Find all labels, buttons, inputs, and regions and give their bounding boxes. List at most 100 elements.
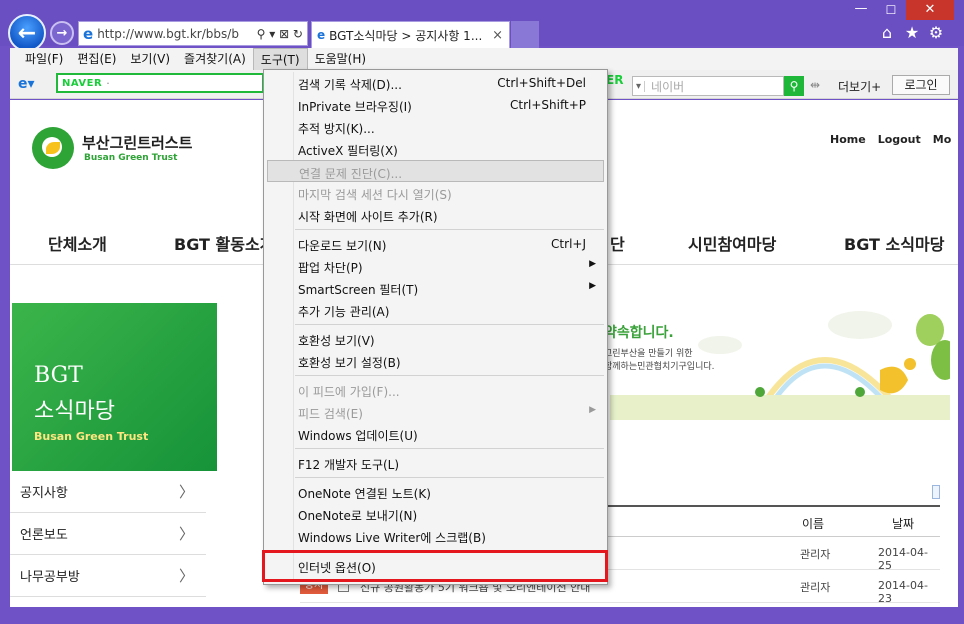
menu-item-delete-history[interactable]: 검색 기록 삭제(D)... Ctrl+Shift+Del bbox=[267, 72, 604, 94]
hero-subtext-2: 함께하는민관협치기구입니다. bbox=[604, 362, 715, 372]
menu-favorites[interactable]: 즐겨찾기(A) bbox=[177, 48, 253, 70]
bgt-logo-icon[interactable] bbox=[32, 127, 74, 169]
side-menu-label: 공지사항 bbox=[20, 486, 68, 501]
chevron-right-icon: 〉 bbox=[178, 483, 194, 501]
menu-item-live-writer[interactable]: Windows Live Writer에 스크랩(B) bbox=[267, 525, 604, 547]
address-url[interactable]: http://www.bgt.kr/bbs/b bbox=[97, 27, 256, 41]
utility-links: Home Logout Mo bbox=[830, 133, 951, 146]
menu-item-diagnose-connection[interactable]: 연결 문제 진단(C)... bbox=[267, 160, 604, 182]
menu-item-smartscreen[interactable]: SmartScreen 필터(T) ▶ bbox=[267, 277, 604, 299]
menu-item-f12-devtools[interactable]: F12 개발자 도구(L) bbox=[267, 452, 604, 474]
menu-item-inprivate[interactable]: InPrivate 브라우징(I) Ctrl+Shift+P bbox=[267, 94, 604, 116]
search-dropdown-icon[interactable]: ▾ bbox=[633, 80, 646, 92]
row-author: 관리자 bbox=[800, 581, 831, 594]
more-button[interactable]: 더보기+ bbox=[838, 78, 881, 95]
nav-participation[interactable]: 시민참여마당 bbox=[688, 231, 776, 255]
back-button[interactable]: ← bbox=[8, 14, 46, 52]
hero-headline: 약속합니다. bbox=[604, 325, 674, 341]
row-date: 2014-04-23 bbox=[878, 579, 928, 605]
tab-bgt-notice[interactable]: e BGT소식마당 > 공지사항 1... × bbox=[311, 21, 510, 48]
nav-about[interactable]: 단체소개 bbox=[48, 231, 107, 255]
naver-logo: NAVER bbox=[62, 77, 103, 89]
menu-item-activex-filtering[interactable]: ActiveX 필터링(X) bbox=[267, 138, 604, 160]
menu-item-tracking-protection[interactable]: 추적 방지(K)... bbox=[267, 116, 604, 138]
hero-subtext-1: 그린부산을 만들기 위한 bbox=[604, 349, 693, 359]
address-tools-icons[interactable]: ⚲ ▾ ⊠ ↻ bbox=[257, 27, 307, 41]
new-tab-button[interactable] bbox=[511, 21, 539, 48]
minimize-icon[interactable]: — bbox=[846, 0, 876, 20]
home-icon[interactable]: ⌂ bbox=[876, 23, 898, 42]
menu-separator bbox=[295, 324, 604, 325]
naver-search-input[interactable]: ▾ 네이버 bbox=[632, 76, 784, 96]
nav-partial[interactable]: 단 bbox=[610, 231, 625, 255]
chevron-right-icon: 〉 bbox=[178, 567, 194, 585]
side-menu-label: 나무공부방 bbox=[20, 570, 80, 585]
menu-separator bbox=[295, 375, 604, 376]
shortcut-label: Ctrl+J bbox=[551, 237, 586, 251]
scroll-indicator[interactable] bbox=[932, 485, 940, 499]
submenu-arrow-icon: ▶ bbox=[589, 405, 596, 415]
ie-logo-icon: e bbox=[83, 24, 94, 43]
menu-separator bbox=[295, 477, 604, 478]
menu-separator bbox=[295, 229, 604, 230]
maximize-icon[interactable]: ☐ bbox=[876, 0, 906, 20]
naver-separator: · bbox=[106, 76, 110, 90]
submenu-arrow-icon: ▶ bbox=[589, 281, 596, 291]
more-link[interactable]: Mo bbox=[933, 133, 952, 146]
side-banner-title-1: BGT bbox=[34, 363, 83, 388]
favorites-star-icon[interactable]: ★ bbox=[901, 23, 923, 42]
logo-subtitle: Busan Green Trust bbox=[84, 153, 178, 163]
side-banner-title-2: 소식마당 bbox=[34, 399, 115, 424]
side-menu-label: 언론보도 bbox=[20, 528, 68, 543]
search-icon[interactable]: ⚲ bbox=[784, 76, 804, 96]
close-window-icon[interactable]: ✕ bbox=[906, 0, 954, 20]
logo-title[interactable]: 부산그린트러스트 bbox=[82, 132, 192, 153]
menu-item-manage-addons[interactable]: 추가 기능 관리(A) bbox=[267, 299, 604, 321]
board-col-name: 이름 bbox=[802, 517, 825, 531]
naver-toolbar-search[interactable]: NAVER · bbox=[56, 73, 264, 93]
nav-news[interactable]: BGT 소식마당 bbox=[844, 231, 944, 255]
menu-bar: 파일(F) 편집(E) 보기(V) 즐겨찾기(A) 도구(T) 도움말(H) bbox=[10, 48, 958, 70]
gear-icon[interactable]: ⚙ bbox=[925, 23, 947, 42]
menu-item-windows-update[interactable]: Windows 업데이트(U) bbox=[267, 423, 604, 445]
menu-separator bbox=[295, 448, 604, 449]
menu-item-onenote-linked[interactable]: OneNote 연결된 노트(K) bbox=[267, 481, 604, 503]
row-author: 관리자 bbox=[800, 548, 831, 561]
login-button[interactable]: 로그인 bbox=[892, 75, 950, 95]
menu-item-reopen-session[interactable]: 마지막 검색 세션 다시 열기(S) bbox=[267, 182, 604, 204]
side-banner-subtitle: Busan Green Trust bbox=[34, 430, 149, 443]
side-menu-notice[interactable]: 공지사항 〉 bbox=[10, 471, 206, 513]
menu-item-popup-blocker[interactable]: 팝업 차단(P) ▶ bbox=[267, 255, 604, 277]
menu-item-add-to-start[interactable]: 시작 화면에 사이트 추가(R) bbox=[267, 204, 604, 226]
side-menu-tree-study[interactable]: 나무공부방 〉 bbox=[10, 555, 206, 597]
shortcut-label: Ctrl+Shift+Del bbox=[497, 76, 586, 90]
ie-dropdown-icon[interactable]: e▾ bbox=[18, 76, 48, 94]
search-placeholder: 네이버 bbox=[651, 79, 685, 94]
menu-tools[interactable]: 도구(T) bbox=[252, 48, 308, 70]
chevron-right-icon: 〉 bbox=[178, 525, 194, 543]
tab-close-icon[interactable]: × bbox=[486, 28, 509, 43]
menu-item-feed-discovery[interactable]: 피드 검색(E) ▶ bbox=[267, 401, 604, 423]
row-date: 2014-04-25 bbox=[878, 546, 928, 572]
menu-file[interactable]: 파일(F) bbox=[18, 48, 70, 70]
nav-activities[interactable]: BGT 활동소개 bbox=[174, 231, 274, 255]
menu-item-compat-view[interactable]: 호환성 보기(V) bbox=[267, 328, 604, 350]
submenu-arrow-icon: ▶ bbox=[589, 259, 596, 269]
tools-dropdown-menu: 검색 기록 삭제(D)... Ctrl+Shift+Del InPrivate … bbox=[263, 69, 608, 585]
side-banner: BGT 소식마당 Busan Green Trust bbox=[12, 303, 217, 471]
menu-help[interactable]: 도움말(H) bbox=[308, 48, 374, 70]
menu-item-view-downloads[interactable]: 다운로드 보기(N) Ctrl+J bbox=[267, 233, 604, 255]
forward-button[interactable]: → bbox=[50, 21, 74, 45]
home-link[interactable]: Home bbox=[830, 133, 866, 146]
logout-link[interactable]: Logout bbox=[878, 133, 921, 146]
side-menu-press[interactable]: 언론보도 〉 bbox=[10, 513, 206, 555]
toolbar-resize-icon[interactable]: ⇹ bbox=[810, 78, 820, 92]
menu-view[interactable]: 보기(V) bbox=[123, 48, 177, 70]
menu-item-send-to-onenote[interactable]: OneNote로 보내기(N) bbox=[267, 503, 604, 525]
menu-item-compat-settings[interactable]: 호환성 보기 설정(B) bbox=[267, 350, 604, 372]
forward-arrow-icon: → bbox=[56, 25, 68, 41]
back-arrow-icon: ← bbox=[17, 20, 37, 46]
address-bar[interactable]: e http://www.bgt.kr/bbs/b ⚲ ▾ ⊠ ↻ bbox=[78, 21, 308, 46]
menu-edit[interactable]: 편집(E) bbox=[70, 48, 123, 70]
menu-item-subscribe-feed[interactable]: 이 피드에 가입(F)... bbox=[267, 379, 604, 401]
